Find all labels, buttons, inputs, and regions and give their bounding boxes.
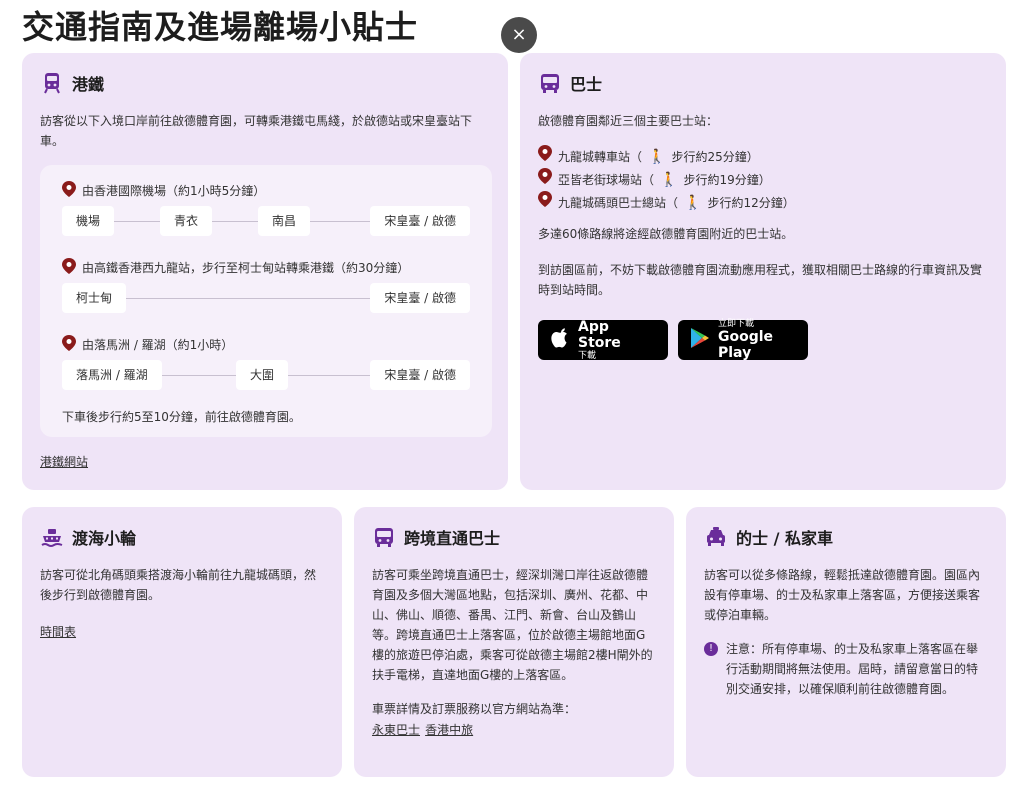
ferry-card: 渡海小輪 訪客可從北角碼頭乘搭渡海小輪前往九龍城碼頭，然後步行到啟德體育園。 時…: [22, 507, 342, 777]
taxi-card: 的士 / 私家車 訪客可以從多條路線，輕鬆抵達啟德體育園。園區內設有停車場、的士…: [686, 507, 1006, 777]
ferry-title: 渡海小輪: [72, 529, 137, 548]
route-line-lok-ma-chau: 落馬洲 / 羅湖 大圍 宋皇臺 / 啟德: [62, 360, 470, 392]
bus-routes-note: 多達60條路線將途經啟德體育園附近的巴士站。: [538, 227, 794, 241]
bus-card: 巴士 啟德體育園鄰近三個主要巴士站： 九龍城轉車站（ 🚶 步行約25分鐘） 亞皆老街…: [520, 53, 1006, 490]
google-play-button[interactable]: 立即下載 Google Play: [678, 319, 808, 361]
warning-icon: !: [704, 642, 718, 656]
bus-station-item: 亞皆老街球場站（ 🚶 步行約19分鐘）: [538, 168, 988, 191]
close-button[interactable]: ×: [501, 17, 537, 53]
location-pin-icon: [62, 335, 76, 354]
cross-border-description: 訪客可乘坐跨境直通巴士，經深圳灣口岸往返啟德體育園及多個大灣區地點，包括深圳、廣…: [372, 568, 653, 682]
stop-airport: 機場: [62, 206, 115, 236]
bus-app-note: 到訪園區前，不妨下載啟德體育園流動應用程式，獲取相關巴士路線的行車資訊及實時到站…: [538, 263, 983, 297]
eternal-east-link[interactable]: 永東巴士: [372, 721, 420, 738]
taxi-title: 的士 / 私家車: [736, 529, 833, 548]
location-pin-icon: [538, 168, 552, 191]
timetable-link[interactable]: 時間表: [40, 623, 76, 640]
taxi-notice-text: 注意：所有停車場、的士及私家車上落客區在舉行活動期間將無法使用。屆時，請留意當日…: [726, 642, 979, 696]
route-title: 由香港國際機場（約1小時5分鐘）: [62, 181, 470, 200]
mtr-routes-box: 由香港國際機場（約1小時5分鐘） 機場 青衣 南昌 宋皇臺 / 啟德 由高鐵香港…: [40, 165, 492, 437]
ferry-description: 訪客可從北角碼頭乘搭渡海小輪前往九龍城碼頭，然後步行到啟德體育園。: [40, 568, 317, 602]
ticket-note: 車票詳情及訂票服務以官方網站為準：: [372, 702, 577, 716]
ferry-icon: [40, 525, 64, 549]
mtr-card: 港鐵 訪客從以下入境口岸前往啟德體育園，可轉乘港鐵屯馬綫，於啟德站或宋皇臺站下車…: [22, 53, 508, 490]
route-title: 由落馬洲 / 羅湖（約1小時）: [62, 335, 470, 354]
mtr-description: 訪客從以下入境口岸前往啟德體育園，可轉乘港鐵屯馬綫，於啟德站或宋皇臺站下車。: [40, 114, 473, 148]
cross-border-title: 跨境直通巴士: [404, 529, 501, 548]
stop-sung-wong-toi: 宋皇臺 / 啟德: [370, 283, 470, 313]
taxi-icon: [704, 525, 728, 549]
bus-title: 巴士: [570, 75, 603, 94]
walking-icon: 🚶: [660, 171, 678, 188]
page-title: 交通指南及進場離場小貼士: [22, 8, 419, 46]
location-pin-icon: [538, 145, 552, 168]
route-title: 由高鐵香港西九龍站，步行至柯士甸站轉乘港鐵（約30分鐘）: [62, 258, 470, 277]
taxi-notice: ! 注意：所有停車場、的士及私家車上落客區在舉行活動期間將無法使用。屆時，請留意…: [704, 639, 988, 699]
walking-icon: 🚶: [684, 194, 702, 211]
stop-nam-cheong: 南昌: [258, 206, 311, 236]
walking-icon: 🚶: [648, 148, 666, 165]
stop-lok-ma-chau: 落馬洲 / 羅湖: [62, 360, 162, 390]
stop-sung-wong-toi: 宋皇臺 / 啟德: [370, 206, 470, 236]
stop-tai-wai: 大圍: [236, 360, 289, 390]
location-pin-icon: [62, 258, 76, 277]
location-pin-icon: [538, 191, 552, 214]
route-line-airport: 機場 青衣 南昌 宋皇臺 / 啟德: [62, 206, 470, 238]
location-pin-icon: [62, 181, 76, 200]
walk-note: 下車後步行約5至10分鐘，前往啟德體育園。: [62, 410, 301, 424]
app-store-button[interactable]: App Store 下載: [538, 319, 668, 361]
mtr-title: 港鐵: [72, 75, 105, 94]
apple-icon: [550, 327, 570, 353]
bus-icon: [372, 525, 396, 549]
train-icon: [40, 71, 64, 95]
mtr-website-link[interactable]: 港鐵網站: [40, 453, 88, 470]
stop-austin: 柯士甸: [62, 283, 127, 313]
taxi-description: 訪客可以從多條路線，輕鬆抵達啟德體育園。園區內設有停車場、的士及私家車上落客區，…: [704, 568, 981, 622]
stop-tsing-yi: 青衣: [160, 206, 213, 236]
stop-sung-wong-toi: 宋皇臺 / 啟德: [370, 360, 470, 390]
google-play-icon: [690, 327, 710, 353]
route-line-austin: 柯士甸 宋皇臺 / 啟德: [62, 283, 470, 315]
ctstravel-link[interactable]: 香港中旅: [425, 721, 473, 738]
bus-station-item: 九龍城碼頭巴士總站（ 🚶 步行約12分鐘）: [538, 191, 988, 214]
bus-station-item: 九龍城轉車站（ 🚶 步行約25分鐘）: [538, 145, 988, 168]
bus-intro: 啟德體育園鄰近三個主要巴士站：: [538, 114, 719, 128]
cross-border-bus-card: 跨境直通巴士 訪客可乘坐跨境直通巴士，經深圳灣口岸往返啟德體育園及多個大灣區地點…: [354, 507, 674, 777]
bus-icon: [538, 71, 562, 95]
